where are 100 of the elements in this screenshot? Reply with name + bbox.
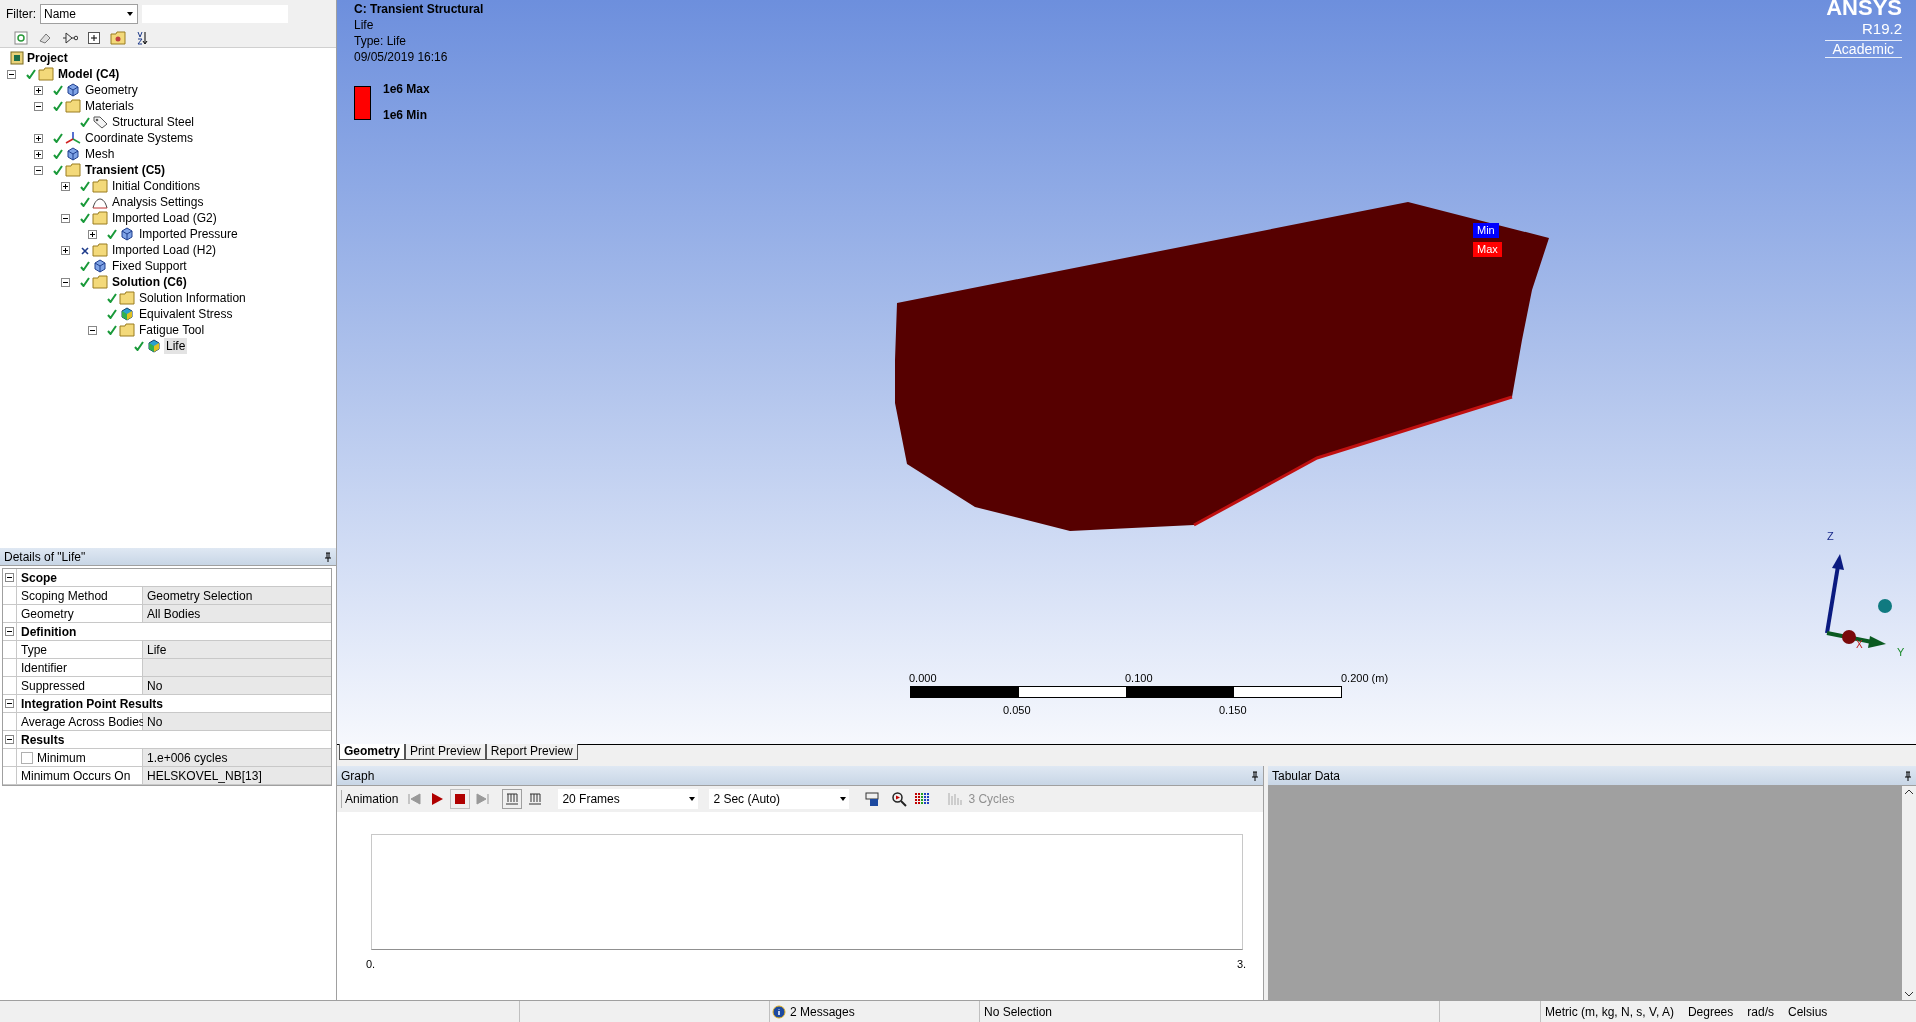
cube-icon xyxy=(119,227,135,241)
tree-item[interactable]: Project xyxy=(27,49,68,67)
scale-label: 0.100 xyxy=(1125,671,1153,686)
pin-icon[interactable] xyxy=(324,551,332,562)
probe-label: Max xyxy=(1473,242,1502,257)
cube-icon xyxy=(65,83,81,97)
tree-item[interactable]: Mesh xyxy=(83,146,117,162)
signal-icon xyxy=(947,792,964,806)
checkbox[interactable] xyxy=(21,751,33,764)
tree-item[interactable]: Coordinate Systems xyxy=(83,130,196,146)
collapse-icon[interactable] xyxy=(87,325,97,335)
property-label: Identifier xyxy=(21,659,68,677)
collapse-icon[interactable] xyxy=(60,213,70,223)
expand-icon[interactable] xyxy=(33,133,43,143)
3d-viewport[interactable]: C: Transient Structural Life Type: Life 09/05/2019 16:16 1e6 Max 1e6 Min ANSYS R19.2 Academic Min Max 0.000 0.100 0.200 (m) 0.050 0.150 Z X Y xyxy=(337,0,1916,744)
duration-dropdown[interactable]: 2 Sec (Auto) xyxy=(709,789,850,809)
selection-status: No Selection xyxy=(984,1003,1053,1021)
property-value[interactable]: No xyxy=(143,677,331,694)
y-axis-label: Y xyxy=(1897,645,1905,660)
collapse-icon[interactable] xyxy=(6,69,16,79)
tree-item[interactable]: Transient (C5) xyxy=(83,162,167,178)
collapse-icon[interactable] xyxy=(33,101,43,111)
pin-icon[interactable] xyxy=(1251,770,1259,781)
unit-status[interactable]: Celsius xyxy=(1787,1002,1828,1021)
expand-icon[interactable] xyxy=(60,245,70,255)
tree-item[interactable]: Imported Load (G2) xyxy=(110,210,219,226)
property-label: Average Across Bodies xyxy=(21,713,145,731)
tree-item[interactable]: Fixed Support xyxy=(110,258,189,274)
result-header-line: Life xyxy=(354,17,375,33)
folder-icon[interactable] xyxy=(110,30,126,45)
folder-icon xyxy=(92,211,108,225)
sort-icon[interactable] xyxy=(136,29,148,46)
tree-item[interactable]: Solution Information xyxy=(137,290,248,306)
tree-item[interactable]: Structural Steel xyxy=(110,114,197,130)
view-tab[interactable]: Report Preview xyxy=(485,744,578,760)
property-label: Geometry xyxy=(21,605,74,623)
folder-icon xyxy=(92,243,108,257)
tree-item[interactable]: Geometry xyxy=(83,82,140,98)
collapse-icon[interactable] xyxy=(5,699,14,708)
collapse-icon[interactable] xyxy=(5,573,14,582)
pin-icon[interactable] xyxy=(1904,770,1912,781)
folder-icon xyxy=(65,99,81,113)
result-header-line: Type: Life xyxy=(354,33,408,49)
expand-all-icon[interactable] xyxy=(88,31,100,44)
expand-icon[interactable] xyxy=(33,149,43,159)
group-heading: Scope xyxy=(20,569,57,587)
frames-dropdown[interactable]: 20 Frames xyxy=(558,789,699,809)
logo-text: ANSYS xyxy=(1826,0,1902,20)
expand-icon[interactable] xyxy=(33,85,43,95)
tree-item[interactable]: Life xyxy=(164,338,188,354)
property-label: Minimum xyxy=(37,749,86,767)
expand-icon[interactable] xyxy=(60,181,70,191)
folder-icon xyxy=(38,67,54,81)
tree-item[interactable]: Model (C4) xyxy=(56,66,122,82)
collapse-icon[interactable] xyxy=(60,277,70,287)
node-icon[interactable] xyxy=(62,30,78,45)
unit-status[interactable]: Degrees xyxy=(1687,1002,1734,1021)
unit-status[interactable]: Metric (m, kg, N, s, V, A) xyxy=(1545,1002,1674,1021)
folder-icon xyxy=(65,163,81,177)
filter-label: Filter: xyxy=(6,6,36,23)
property-value[interactable]: No xyxy=(143,713,331,730)
tree-item[interactable]: Imported Load (H2) xyxy=(110,242,219,258)
view-tab[interactable]: Print Preview xyxy=(405,744,486,760)
collapse-icon[interactable] xyxy=(5,735,14,744)
scale-label: 0.050 xyxy=(1003,703,1031,718)
result-header-line: C: Transient Structural xyxy=(354,1,484,17)
grid-icon xyxy=(914,791,931,807)
panel-title: Tabular Data xyxy=(1272,767,1341,785)
animation-label: Animation xyxy=(341,790,402,808)
film-save-icon xyxy=(864,791,881,807)
collapse-icon[interactable] xyxy=(5,627,14,636)
view-tab[interactable]: Geometry xyxy=(339,744,406,760)
tree-item[interactable]: Materials xyxy=(83,98,136,114)
property-value[interactable]: Life xyxy=(143,641,331,658)
tree-item[interactable]: Fatigue Tool xyxy=(137,322,207,338)
tree-item[interactable]: Initial Conditions xyxy=(110,178,203,194)
tag-icon xyxy=(92,115,108,129)
version-text: R19.2 xyxy=(1861,20,1902,37)
stop-icon xyxy=(454,793,467,805)
tree-item[interactable]: Imported Pressure xyxy=(137,226,240,242)
property-value[interactable]: All Bodies xyxy=(143,605,331,622)
refresh-icon[interactable] xyxy=(14,30,28,45)
property-label: Minimum Occurs On xyxy=(21,767,131,785)
folder-icon xyxy=(92,179,108,193)
tree-item[interactable]: Solution (C6) xyxy=(110,274,189,290)
tree-item[interactable]: Equivalent Stress xyxy=(137,306,235,322)
x-axis-label: X xyxy=(1856,638,1863,652)
folder-icon xyxy=(119,323,135,337)
expand-icon[interactable] xyxy=(87,229,97,239)
frames-button[interactable] xyxy=(502,789,523,809)
collapse-icon[interactable] xyxy=(33,165,43,175)
bars-icon xyxy=(505,793,520,805)
unit-status[interactable]: rad/s xyxy=(1747,1002,1774,1021)
tree-item[interactable]: Analysis Settings xyxy=(110,194,206,210)
property-value[interactable]: Geometry Selection xyxy=(143,587,331,604)
messages-status[interactable]: 2 Messages xyxy=(790,1002,855,1021)
property-value[interactable]: 1.e+006 cycles xyxy=(143,749,331,766)
property-value[interactable]: HELSKOVEL_NB[13] xyxy=(143,767,331,784)
filter-dropdown[interactable]: Name xyxy=(40,4,138,24)
stop-button[interactable] xyxy=(450,789,471,809)
